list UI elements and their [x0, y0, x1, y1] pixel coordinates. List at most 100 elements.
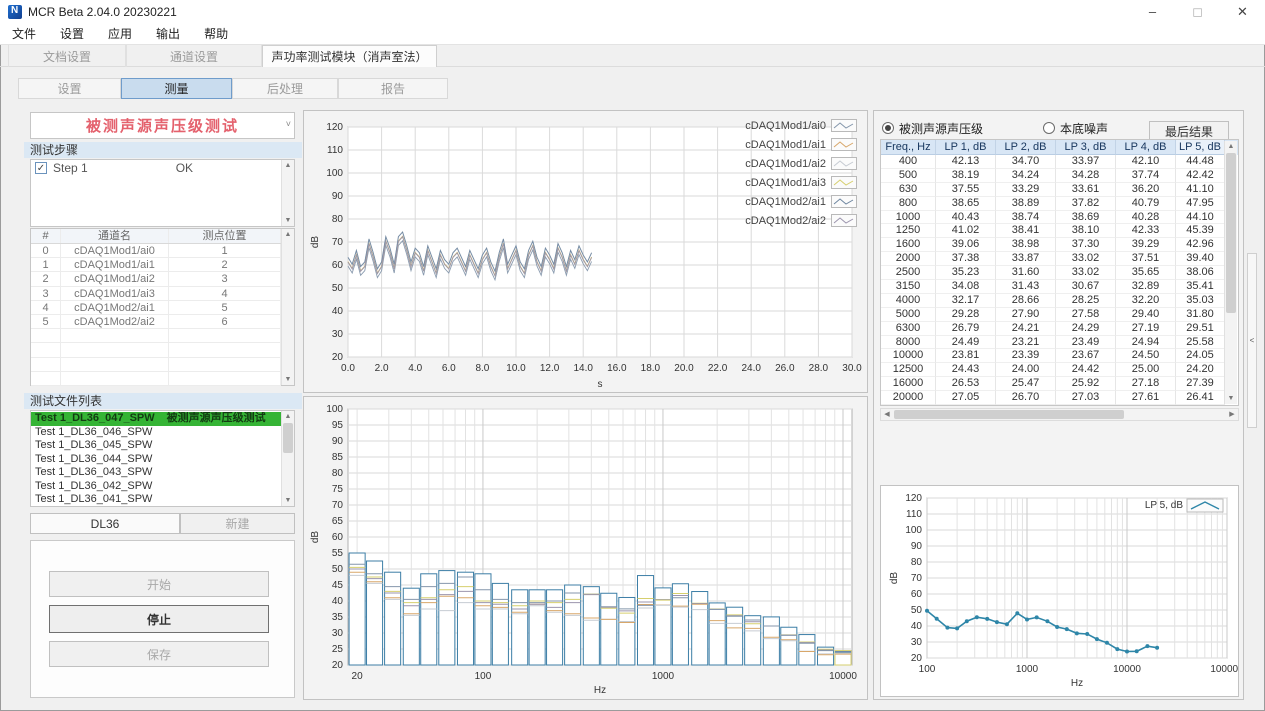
table-cell: 40.43	[936, 211, 996, 225]
table-row[interactable]: 125041.0238.4138.1042.3345.39	[881, 224, 1238, 238]
dl36-button[interactable]: DL36	[30, 513, 180, 534]
tab-sound-power-module[interactable]: 声功率测试模块（消声室法）	[262, 45, 437, 67]
table-row[interactable]: 0cDAQ1Mod1/ai01	[31, 244, 281, 258]
table-row[interactable]: 80038.6538.8937.8240.7947.95	[881, 197, 1238, 211]
menu-file[interactable]: 文件	[0, 25, 48, 42]
table-header-cell[interactable]: LP 1, dB	[936, 140, 996, 155]
result-table-hscrollbar[interactable]: ◀ ▶	[880, 408, 1239, 421]
result-table-scrollbar[interactable]: ▲ ▼	[1224, 141, 1237, 404]
scroll-down-icon[interactable]: ▼	[1225, 393, 1237, 404]
scroll-up-icon[interactable]: ▲	[282, 411, 294, 422]
table-row[interactable]: 50038.1934.2434.2837.7442.42	[881, 169, 1238, 183]
svg-text:60: 60	[332, 260, 344, 271]
table-row[interactable]: 1250024.4324.0024.4225.0024.20	[881, 363, 1238, 377]
scroll-left-icon[interactable]: ◀	[881, 409, 893, 420]
list-item[interactable]: Test 1_DL36_045_SPW	[31, 439, 281, 453]
scroll-up-icon[interactable]: ▲	[282, 160, 294, 171]
table-row[interactable]: 500029.2827.9027.5829.4031.80	[881, 308, 1238, 322]
result-table[interactable]: Freq., HzLP 1, dBLP 2, dBLP 3, dBLP 4, d…	[880, 139, 1239, 406]
table-row[interactable]: 2000027.0526.7027.0327.6126.41	[881, 391, 1238, 405]
svg-text:55: 55	[332, 548, 344, 559]
list-item[interactable]: Test 1_DL36_041_SPW	[31, 493, 281, 507]
table-row[interactable]: 2cDAQ1Mod1/ai23	[31, 272, 281, 286]
table-row[interactable]: 5cDAQ1Mod2/ai26	[31, 315, 281, 329]
table-row[interactable]: 1000023.8123.3923.6724.5024.05	[881, 349, 1238, 363]
list-item[interactable]: Test 1_DL36_042_SPW	[31, 480, 281, 494]
table-header-cell[interactable]: Freq., Hz	[881, 140, 936, 155]
save-button[interactable]: 保存	[49, 641, 269, 667]
menu-settings[interactable]: 设置	[48, 25, 96, 42]
subtab-setup[interactable]: 设置	[18, 78, 121, 99]
close-button[interactable]: ✕	[1220, 0, 1265, 23]
table-header-cell[interactable]: LP 3, dB	[1056, 140, 1116, 155]
scroll-down-icon[interactable]: ▼	[282, 495, 294, 506]
step-checkbox[interactable]: ✓	[35, 162, 47, 174]
table-header-cell[interactable]: LP 4, dB	[1116, 140, 1176, 155]
table-row[interactable]: 315034.0831.4330.6732.8935.41	[881, 280, 1238, 294]
list-item[interactable]: Test 1_DL36_044_SPW	[31, 453, 281, 467]
table-row[interactable]: 3cDAQ1Mod1/ai34	[31, 287, 281, 301]
table-row[interactable]: 63037.5533.2933.6136.2041.10	[881, 183, 1238, 197]
scroll-right-icon[interactable]: ▶	[1226, 409, 1238, 420]
table-cell: 1250	[881, 224, 936, 238]
file-list-scrollbar[interactable]: ▲ ▼	[281, 411, 294, 506]
panel-collapse-splitter[interactable]: <	[1247, 253, 1257, 428]
step-row[interactable]: ✓ Step 1 OK	[31, 160, 294, 176]
list-item[interactable]: Test 1_DL36_043_SPW	[31, 466, 281, 480]
subtab-postprocess[interactable]: 后处理	[232, 78, 338, 99]
menu-application[interactable]: 应用	[96, 25, 144, 42]
table-row[interactable]: 100040.4338.7438.6940.2844.10	[881, 211, 1238, 225]
radio-background-noise[interactable]: 本底噪声	[1043, 120, 1108, 137]
svg-text:100: 100	[326, 404, 343, 415]
scroll-down-icon[interactable]: ▼	[282, 374, 294, 385]
minimize-button[interactable]: –	[1130, 0, 1175, 23]
subtab-report[interactable]: 报告	[338, 78, 448, 99]
test-file-list[interactable]: Test 1_DL36_047_SPW被测声源声压级测试Test 1_DL36_…	[30, 410, 295, 507]
scroll-thumb[interactable]	[894, 410, 1124, 419]
list-item[interactable]: Test 1_DL36_047_SPW被测声源声压级测试	[31, 412, 281, 426]
radio-source-level[interactable]: 被测声源声压级	[882, 120, 983, 137]
channel-table-header: #通道名测点位置	[31, 229, 281, 244]
scroll-up-icon[interactable]: ▲	[282, 229, 294, 240]
table-cell: 40.28	[1116, 211, 1176, 225]
menu-output[interactable]: 输出	[144, 25, 192, 42]
test-type-combobox[interactable]: 被测声源声压级测试 ˅	[30, 112, 295, 139]
scroll-up-icon[interactable]: ▲	[1225, 141, 1237, 152]
file-tag: 被测声源声压级测试	[167, 412, 266, 426]
maximize-button[interactable]: ◻	[1175, 0, 1220, 23]
list-item[interactable]: Test 1_DL36_046_SPW	[31, 426, 281, 440]
file-name: Test 1_DL36_046_SPW	[35, 426, 152, 440]
table-row[interactable]: 1600026.5325.4725.9227.1827.39	[881, 377, 1238, 391]
table-row-empty	[31, 372, 281, 386]
svg-text:100: 100	[326, 168, 343, 179]
tab-channel-settings[interactable]: 通道设置	[126, 45, 262, 67]
scroll-thumb[interactable]	[1226, 153, 1236, 313]
channel-table-scrollbar[interactable]: ▲ ▼	[281, 229, 294, 385]
table-cell: 1	[169, 244, 281, 257]
table-row[interactable]: 1cDAQ1Mod1/ai12	[31, 258, 281, 272]
table-row[interactable]: 4cDAQ1Mod2/ai15	[31, 301, 281, 315]
stop-button[interactable]: 停止	[49, 605, 269, 633]
scroll-down-icon[interactable]: ▼	[282, 215, 294, 226]
table-row[interactable]: 800024.4923.2123.4924.9425.58	[881, 336, 1238, 350]
table-row[interactable]: 160039.0638.9837.3039.2942.96	[881, 238, 1238, 252]
steps-scrollbar[interactable]: ▲ ▼	[281, 160, 294, 226]
table-row[interactable]: 40042.1334.7033.9742.1044.48	[881, 155, 1238, 169]
steps-list[interactable]: ✓ Step 1 OK ▲ ▼	[30, 159, 295, 227]
table-row[interactable]: 400032.1728.6628.2532.2035.03	[881, 294, 1238, 308]
subtab-measure[interactable]: 测量	[121, 78, 232, 99]
menu-help[interactable]: 帮助	[192, 25, 240, 42]
table-cell: 24.21	[996, 322, 1056, 336]
tab-document-settings[interactable]: 文档设置	[8, 45, 126, 67]
channel-table[interactable]: #通道名测点位置0cDAQ1Mod1/ai011cDAQ1Mod1/ai122c…	[30, 228, 295, 386]
table-header-cell[interactable]: LP 2, dB	[996, 140, 1056, 155]
scroll-thumb[interactable]	[283, 423, 293, 453]
svg-text:60: 60	[911, 589, 923, 600]
table-row[interactable]: 250035.2331.6033.0235.6538.06	[881, 266, 1238, 280]
new-button[interactable]: 新建	[180, 513, 295, 534]
table-row[interactable]: 630026.7924.2124.2927.1929.51	[881, 322, 1238, 336]
table-row[interactable]: 200037.3833.8733.0237.5139.40	[881, 252, 1238, 266]
table-cell: 24.00	[996, 363, 1056, 377]
start-button[interactable]: 开始	[49, 571, 269, 597]
table-header-cell[interactable]: LP 5, dB	[1176, 140, 1225, 155]
